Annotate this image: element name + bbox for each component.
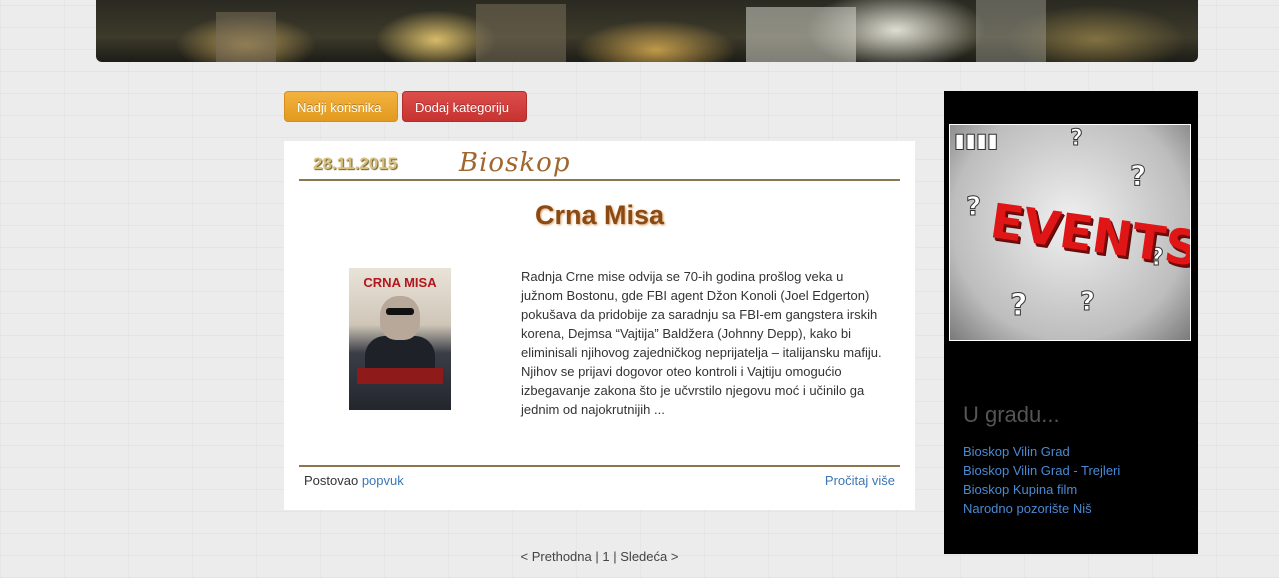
author-link[interactable]: popvuk	[362, 473, 404, 488]
divider	[299, 465, 900, 467]
svg-text:?: ?	[966, 192, 981, 222]
prev-page-link[interactable]: < Prethodna	[521, 549, 592, 564]
post-author-line: Postovao popvuk	[304, 473, 404, 488]
read-more-link[interactable]: Pročitaj više	[825, 473, 895, 488]
movie-poster-image[interactable]: CRNA MISA	[349, 268, 451, 410]
post-title[interactable]: Crna Misa	[284, 200, 915, 231]
events-image[interactable]: ▮▮▮▮ ? ? ? ? ? ? EVENTS	[949, 124, 1191, 341]
poster-title: CRNA MISA	[363, 275, 437, 290]
current-page-number[interactable]: 1	[602, 549, 609, 564]
svg-text:?: ?	[1070, 126, 1083, 151]
sidebar-link[interactable]: Bioskop Vilin Grad	[963, 442, 1120, 461]
poster-glasses	[386, 308, 414, 315]
sidebar-links: Bioskop Vilin Grad Bioskop Vilin Grad - …	[963, 442, 1120, 518]
header-banner-image	[96, 0, 1198, 62]
posted-by-label: Postovao	[304, 473, 359, 488]
sidebar-link[interactable]: Narodno pozorište Niš	[963, 499, 1120, 518]
post-card: 28.11.2015 Bioskop Crna Misa CRNA MISA R…	[284, 141, 915, 510]
pagination: < Prethodna | 1 | Sledeća >	[284, 549, 915, 564]
svg-text:?: ?	[1130, 159, 1146, 192]
svg-text:?: ?	[1080, 287, 1095, 317]
pager-separator: |	[613, 549, 617, 564]
poster-strip	[357, 368, 443, 384]
sidebar-link[interactable]: Bioskop Kupina film	[963, 480, 1120, 499]
post-date: 28.11.2015	[313, 154, 398, 173]
sidebar: ▮▮▮▮ ? ? ? ? ? ? EVENTS U gradu... Biosk…	[944, 91, 1198, 554]
pager-separator: |	[595, 549, 599, 564]
poster-face	[380, 296, 420, 340]
sidebar-heading: U gradu...	[963, 402, 1060, 427]
find-users-button[interactable]: Nadji korisnika	[284, 91, 398, 122]
sidebar-link[interactable]: Bioskop Vilin Grad - Trejleri	[963, 461, 1120, 480]
svg-text:?: ?	[1010, 288, 1027, 323]
divider	[299, 179, 900, 181]
post-category[interactable]: Bioskop	[459, 148, 570, 178]
svg-text:▮▮▮▮: ▮▮▮▮	[954, 128, 998, 152]
add-category-button[interactable]: Dodaj kategoriju	[402, 91, 527, 122]
next-page-link[interactable]: Sledeća >	[620, 549, 678, 564]
post-excerpt: Radnja Crne mise odvija se 70-ih godina …	[521, 269, 882, 417]
